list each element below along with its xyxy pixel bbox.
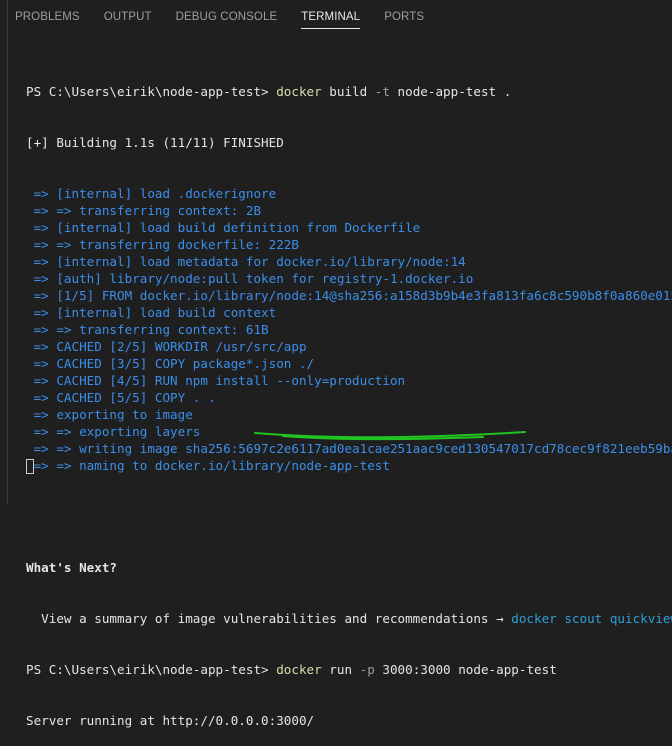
tab-ports[interactable]: PORTS [384, 0, 424, 33]
build-log: => [internal] load .dockerignore => => t… [26, 185, 672, 474]
build-log-line: => => transferring dockerfile: 222B [26, 237, 299, 252]
panel-border [7, 0, 8, 505]
terminal-prompt: PS C:\Users\eirik\node-app-test> [26, 84, 277, 99]
tab-terminal[interactable]: TERMINAL [301, 0, 361, 33]
build-log-line: => CACHED [2/5] WORKDIR /usr/src/app [26, 339, 307, 354]
build-log-line: => [internal] load metadata for docker.i… [26, 254, 466, 269]
command-name: docker [276, 84, 322, 99]
build-log-line: => => transferring context: 61B [26, 322, 269, 337]
command-args: build [321, 84, 375, 99]
build-log-line: => [1/5] FROM docker.io/library/node:14@… [26, 288, 672, 303]
build-status-line: [+] Building 1.1s (11/11) FINISHED [26, 135, 284, 150]
build-log-line: => => transferring context: 2B [26, 203, 262, 218]
scout-quickview-link[interactable]: docker scout quickview [511, 611, 672, 626]
terminal-output[interactable]: PS C:\Users\eirik\node-app-test> docker … [26, 49, 672, 746]
build-log-line: => [internal] load .dockerignore [26, 186, 277, 201]
build-log-line: => => naming to docker.io/library/node-a… [26, 458, 390, 473]
build-log-line: => exporting to image [26, 407, 193, 422]
build-log-line: => => exporting layers [26, 424, 201, 439]
build-log-line: => [internal] load build definition from… [26, 220, 421, 235]
build-log-line: => CACHED [5/5] COPY . . [26, 390, 216, 405]
scout-hint-text: View a summary of image vulnerabilities … [26, 611, 512, 626]
build-log-line: => [internal] load build context [26, 305, 277, 320]
tab-output[interactable]: OUTPUT [104, 0, 152, 33]
command-args: node-app-test . [389, 84, 512, 99]
command-name: docker [276, 662, 322, 677]
panel-tab-bar: PROBLEMS OUTPUT DEBUG CONSOLE TERMINAL P… [15, 0, 448, 33]
command-args: 3000:3000 node-app-test [374, 662, 557, 677]
scout-hint-line: View a summary of image vulnerabilities … [26, 610, 672, 627]
server-running-line: Server running at http://0.0.0.0:3000/ [26, 713, 315, 728]
terminal-prompt: PS C:\Users\eirik\node-app-test> [26, 662, 277, 677]
command-flag: -p [359, 662, 375, 677]
build-log-line: => [auth] library/node:pull token for re… [26, 271, 474, 286]
build-log-line: => => writing image sha256:5697c2e6117ad… [26, 441, 672, 456]
command-args: run [321, 662, 360, 677]
terminal-command-line: PS C:\Users\eirik\node-app-test> docker … [26, 83, 672, 100]
tab-debug-console[interactable]: DEBUG CONSOLE [176, 0, 278, 33]
terminal-cursor [26, 459, 34, 474]
whats-next-heading: What's Next? [26, 560, 117, 575]
command-flag: -t [374, 84, 390, 99]
terminal-command-line: PS C:\Users\eirik\node-app-test> docker … [26, 661, 672, 678]
build-log-line: => CACHED [3/5] COPY package*.json ./ [26, 356, 315, 371]
tab-problems[interactable]: PROBLEMS [15, 0, 80, 33]
build-log-line: => CACHED [4/5] RUN npm install --only=p… [26, 373, 406, 388]
